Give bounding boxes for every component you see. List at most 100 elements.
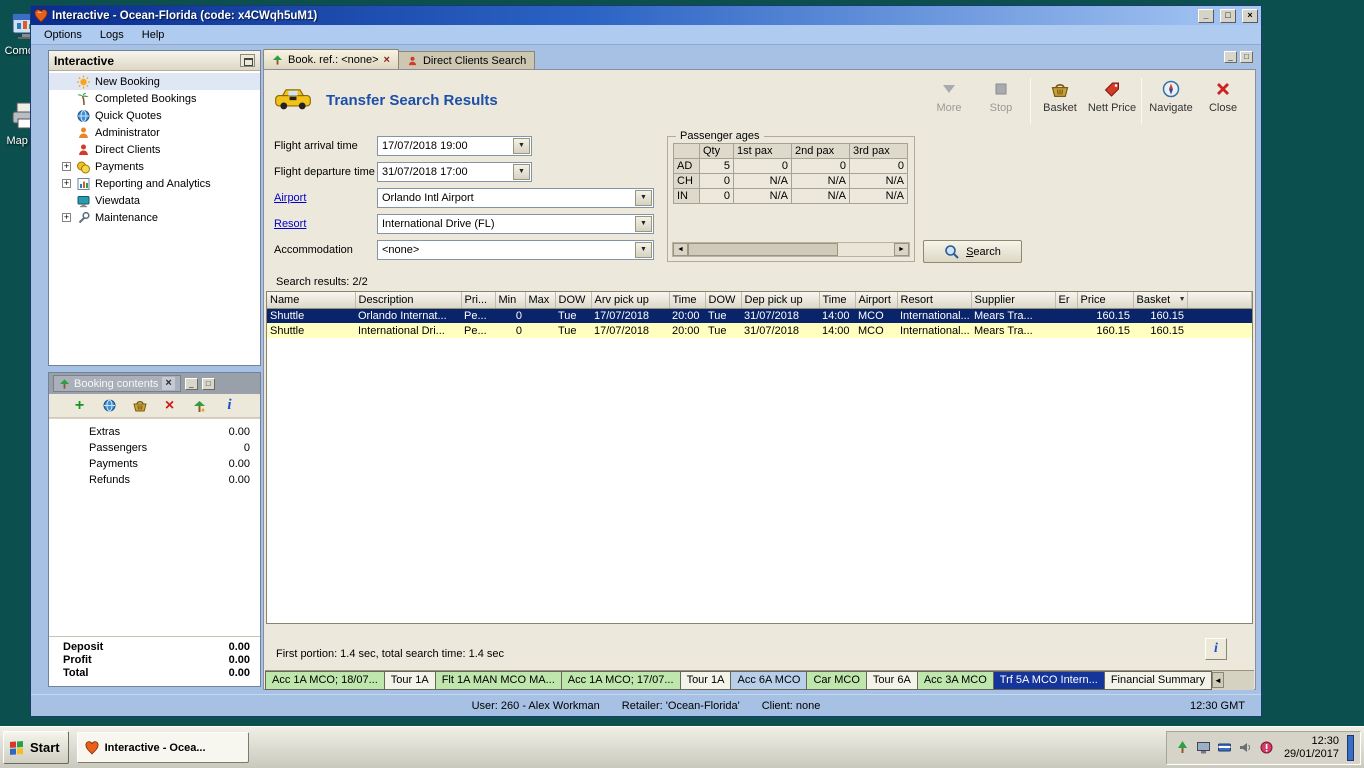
column-header[interactable]: Er [1055, 292, 1078, 309]
sidebar-item-direct-clients[interactable]: Direct Clients [49, 141, 260, 158]
sidebar-item-completed-bookings[interactable]: Completed Bookings [49, 90, 260, 107]
column-header-basket[interactable]: Basket ▼ [1133, 292, 1188, 309]
pax-row[interactable]: IN 0 N/A N/A N/A [673, 188, 908, 204]
pax-cell[interactable]: N/A [791, 188, 850, 204]
chevron-down-icon[interactable]: ▼ [635, 216, 652, 232]
tab-tour-1a-2[interactable]: Tour 1A [680, 671, 732, 690]
column-header[interactable]: Airport [855, 292, 898, 309]
column-header[interactable]: Dep pick up [741, 292, 820, 309]
column-header[interactable]: Supplier [971, 292, 1056, 309]
airport-link[interactable]: Airport [274, 188, 377, 204]
column-header[interactable]: Time [669, 292, 706, 309]
close-search-button[interactable]: Close [1197, 76, 1249, 114]
delete-button[interactable]: × [161, 397, 178, 414]
pax-cell[interactable]: 0 [791, 158, 850, 174]
flight-departure-combo[interactable]: 31/07/2018 17:00 ▼ [377, 162, 532, 182]
list-item[interactable]: Extras 0.00 [49, 424, 260, 440]
pax-cell[interactable]: 0 [849, 158, 908, 174]
tab-acc-6a[interactable]: Acc 6A MCO [731, 671, 808, 690]
more-button[interactable]: More [923, 76, 975, 114]
accommodation-combo[interactable]: <none> ▼ [377, 240, 654, 260]
list-item[interactable]: Refunds 0.00 [49, 472, 260, 488]
tab-flt-1a[interactable]: Flt 1A MAN MCO MA... [435, 671, 562, 690]
tab-tour-6a[interactable]: Tour 6A [866, 671, 918, 690]
tab-car-mco[interactable]: Car MCO [807, 671, 867, 690]
scroll-right-icon[interactable]: ► [894, 243, 909, 256]
chevron-down-icon[interactable]: ▼ [635, 242, 652, 258]
booking-contents-tab[interactable]: Booking contents × [53, 375, 181, 392]
info-button[interactable]: i [1205, 638, 1227, 660]
mdi-restore-button[interactable]: □ [1240, 51, 1253, 63]
stop-button[interactable]: Stop [975, 76, 1027, 114]
pax-cell[interactable]: N/A [733, 188, 792, 204]
tab-tour-1a[interactable]: Tour 1A [384, 671, 436, 690]
expand-icon[interactable]: + [62, 179, 71, 188]
navigate-button[interactable]: Navigate [1145, 76, 1197, 114]
horizontal-scrollbar[interactable]: ◄ ► [672, 242, 910, 257]
tray-monitor-icon[interactable] [1196, 740, 1211, 755]
sidebar-item-new-booking[interactable]: New Booking [49, 73, 260, 90]
info-button[interactable]: i [221, 397, 238, 414]
expand-icon[interactable]: + [62, 213, 71, 222]
close-button[interactable]: × [1242, 8, 1258, 23]
add-item-button[interactable]: + [71, 397, 88, 414]
chevron-down-icon[interactable]: ▼ [513, 138, 530, 154]
column-header[interactable]: Resort [897, 292, 972, 309]
collapse-panel-button[interactable] [240, 54, 255, 67]
pax-row[interactable]: CH 0 N/A N/A N/A [673, 173, 908, 189]
airport-combo[interactable]: Orlando Intl Airport ▼ [377, 188, 654, 208]
column-header[interactable]: Min [495, 292, 526, 309]
pax-cell[interactable]: N/A [849, 188, 908, 204]
sidebar-item-reporting-analytics[interactable]: + Reporting and Analytics [49, 175, 260, 192]
start-button[interactable]: Start [3, 731, 69, 764]
close-icon[interactable]: × [162, 377, 175, 390]
tab-acc-1a-18[interactable]: Acc 1A MCO; 18/07... [265, 671, 385, 690]
refresh-globe-button[interactable] [101, 397, 118, 414]
result-row-selected[interactable]: Shuttle Orlando Internat... Pe... 0 Tue 17/… [267, 308, 1252, 323]
tab-direct-clients-search[interactable]: Direct Clients Search [398, 51, 536, 70]
panel-minimize-button[interactable]: _ [184, 377, 198, 390]
column-header[interactable]: DOW [555, 292, 592, 309]
sidebar-item-maintenance[interactable]: + Maintenance [49, 209, 260, 226]
resort-combo[interactable]: International Drive (FL) ▼ [377, 214, 654, 234]
sidebar-item-quick-quotes[interactable]: Quick Quotes [49, 107, 260, 124]
tab-acc-1a-17[interactable]: Acc 1A MCO; 17/07... [561, 671, 681, 690]
column-header[interactable]: Price [1077, 292, 1134, 309]
column-header[interactable]: Arv pick up [591, 292, 670, 309]
pax-cell[interactable]: 0 [733, 158, 792, 174]
panel-restore-button[interactable]: □ [201, 377, 215, 390]
tab-close-icon[interactable]: × [384, 54, 390, 66]
pax-row[interactable]: AD 5 0 0 0 [673, 158, 908, 174]
menu-help[interactable]: Help [133, 27, 174, 43]
chevron-down-icon[interactable]: ▼ [513, 164, 530, 180]
result-row[interactable]: Shuttle International Dri... Pe... 0 Tue 17… [267, 323, 1252, 338]
tab-booking-ref[interactable]: Book. ref.: <none> × [263, 49, 399, 70]
chevron-down-icon[interactable]: ▼ [635, 190, 652, 206]
column-header[interactable]: Name [267, 292, 356, 309]
search-button[interactable]: Search [923, 240, 1022, 263]
sidebar-item-payments[interactable]: + Payments [49, 158, 260, 175]
basket-button[interactable] [131, 397, 148, 414]
pax-cell[interactable]: N/A [791, 173, 850, 189]
tab-financial-summary[interactable]: Financial Summary [1104, 671, 1212, 690]
scroll-left-icon[interactable]: ◄ [673, 243, 688, 256]
minimize-button[interactable]: _ [1198, 8, 1214, 23]
column-header[interactable]: Max [525, 292, 556, 309]
qty-cell[interactable]: 5 [699, 158, 734, 174]
sidebar-item-viewdata[interactable]: Viewdata [49, 192, 260, 209]
tab-scroll-left-icon[interactable]: ◄ [1211, 672, 1224, 688]
pax-cell[interactable]: N/A [849, 173, 908, 189]
scrollbar-thumb[interactable] [688, 243, 838, 256]
list-item[interactable]: Payments 0.00 [49, 456, 260, 472]
flight-arrival-combo[interactable]: 17/07/2018 19:00 ▼ [377, 136, 532, 156]
list-item[interactable]: Passengers 0 [49, 440, 260, 456]
column-header[interactable]: DOW [705, 292, 742, 309]
tray-volume-icon[interactable] [1238, 740, 1253, 755]
expand-icon[interactable]: + [62, 162, 71, 171]
column-header[interactable]: Time [819, 292, 856, 309]
pax-cell[interactable]: N/A [733, 173, 792, 189]
qty-cell[interactable]: 0 [699, 188, 734, 204]
tray-misc-icon[interactable] [1347, 734, 1354, 761]
tray-alert-icon[interactable] [1259, 740, 1274, 755]
tray-tree-icon[interactable] [1175, 740, 1190, 755]
